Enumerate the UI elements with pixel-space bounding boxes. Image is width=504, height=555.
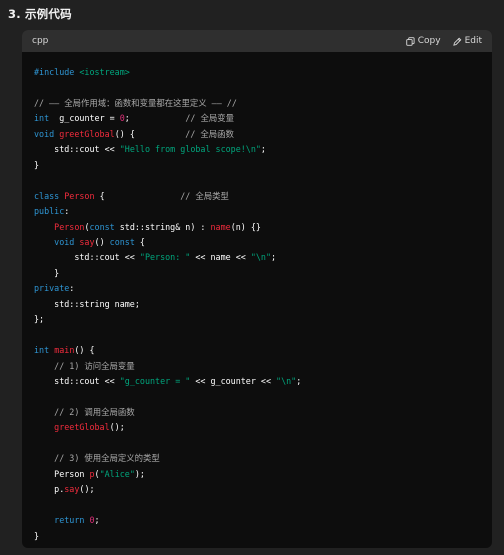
code-text-token: ); (134, 468, 145, 479)
comment-token: // 2) 调用全局函数 (54, 406, 135, 417)
include-path-token: <iostream> (79, 67, 130, 77)
copy-button[interactable]: Copy (405, 36, 441, 46)
code-text-token: (); (79, 484, 95, 495)
function-name-token: greetGlobal (59, 128, 115, 139)
keyword-token: class (34, 190, 60, 201)
code-text-token: }; (34, 314, 45, 325)
string-literal-token: "\n" (276, 376, 297, 387)
code-text-token: std::cout << (74, 252, 140, 263)
function-name-token: say (64, 484, 80, 495)
code-text-token: : (64, 206, 70, 217)
string-literal-token: "Person: " (139, 252, 191, 263)
comment-token: // 1) 访问全局变量 (54, 360, 135, 371)
code-text-token: Person (54, 468, 90, 479)
keyword-token: void (54, 236, 75, 247)
code-block-header: cpp Copy Edit (22, 30, 492, 52)
comment-token: // 全局变量 (185, 113, 234, 124)
string-literal-token: "g_counter = " (119, 376, 191, 387)
pencil-icon (452, 37, 461, 46)
keyword-token: int (34, 345, 50, 356)
code-text-token: << name << (190, 252, 251, 263)
code-text-token: ; (296, 376, 302, 387)
function-name-token: name (210, 221, 231, 232)
code-text-token: () (94, 236, 110, 247)
class-name-token: Person (64, 190, 95, 201)
code-text-token: std::cout << (54, 144, 120, 155)
copy-label: Copy (417, 36, 441, 46)
code-block: cpp Copy Edit #include <iostream> // —— … (22, 30, 492, 548)
code-text-token: ; (260, 144, 266, 155)
code-content: #include <iostream> // —— 全局作用域：函数和变量都在这… (22, 52, 492, 544)
code-text-token: { (94, 190, 105, 201)
code-text-token: (n) {} (230, 221, 261, 232)
keyword-token: const (89, 221, 115, 232)
code-text-token: : (69, 283, 75, 294)
code-text-token: std::string& n) : (114, 221, 211, 232)
section-heading: 3. 示例代码 (8, 7, 72, 21)
comment-token: // 全局函数 (185, 128, 234, 139)
code-text-token: () { (114, 128, 135, 139)
comment-token: // 3) 使用全局定义的类型 (54, 453, 160, 464)
code-text-token: std::cout << (54, 376, 120, 387)
code-text-token: p. (54, 484, 65, 495)
keyword-token: int (34, 113, 50, 124)
code-text-token: << g_counter << (190, 376, 277, 387)
string-literal-token: "Alice" (99, 468, 135, 479)
keyword-token: public (34, 206, 65, 217)
code-text-token: } (34, 530, 40, 541)
edit-label: Edit (464, 36, 482, 46)
function-name-token: greetGlobal (54, 422, 110, 433)
edit-button[interactable]: Edit (452, 36, 482, 46)
copy-icon (405, 36, 415, 46)
code-text-token: } (34, 159, 40, 170)
comment-token: // 全局类型 (180, 190, 229, 201)
code-text-token: ; (94, 515, 100, 526)
code-text-token: g_counter = (59, 113, 120, 124)
code-text-token: } (54, 267, 60, 278)
code-block-actions: Copy Edit (405, 36, 482, 46)
code-text-token: () { (74, 345, 95, 356)
code-text-token: { (134, 236, 145, 247)
code-text-token: std::string name; (54, 298, 140, 309)
keyword-token: void (34, 128, 55, 139)
code-text-token: ; (271, 252, 277, 263)
keyword-token: private (34, 283, 70, 294)
keyword-token: return (54, 515, 85, 526)
string-literal-token: "Hello from global scope!\n" (119, 144, 261, 155)
language-label: cpp (32, 36, 49, 46)
function-name-token: Person (54, 221, 85, 232)
code-text-token: (); (109, 422, 125, 433)
code-text-token: ; (124, 113, 130, 124)
preprocessor-token: #include (34, 67, 75, 77)
comment-token: // —— 全局作用域：函数和变量都在这里定义 —— // (34, 97, 237, 108)
string-literal-token: "\n" (250, 252, 272, 263)
function-name-token: say (79, 236, 95, 247)
keyword-token: const (109, 236, 135, 247)
function-name-token: main (54, 345, 75, 356)
